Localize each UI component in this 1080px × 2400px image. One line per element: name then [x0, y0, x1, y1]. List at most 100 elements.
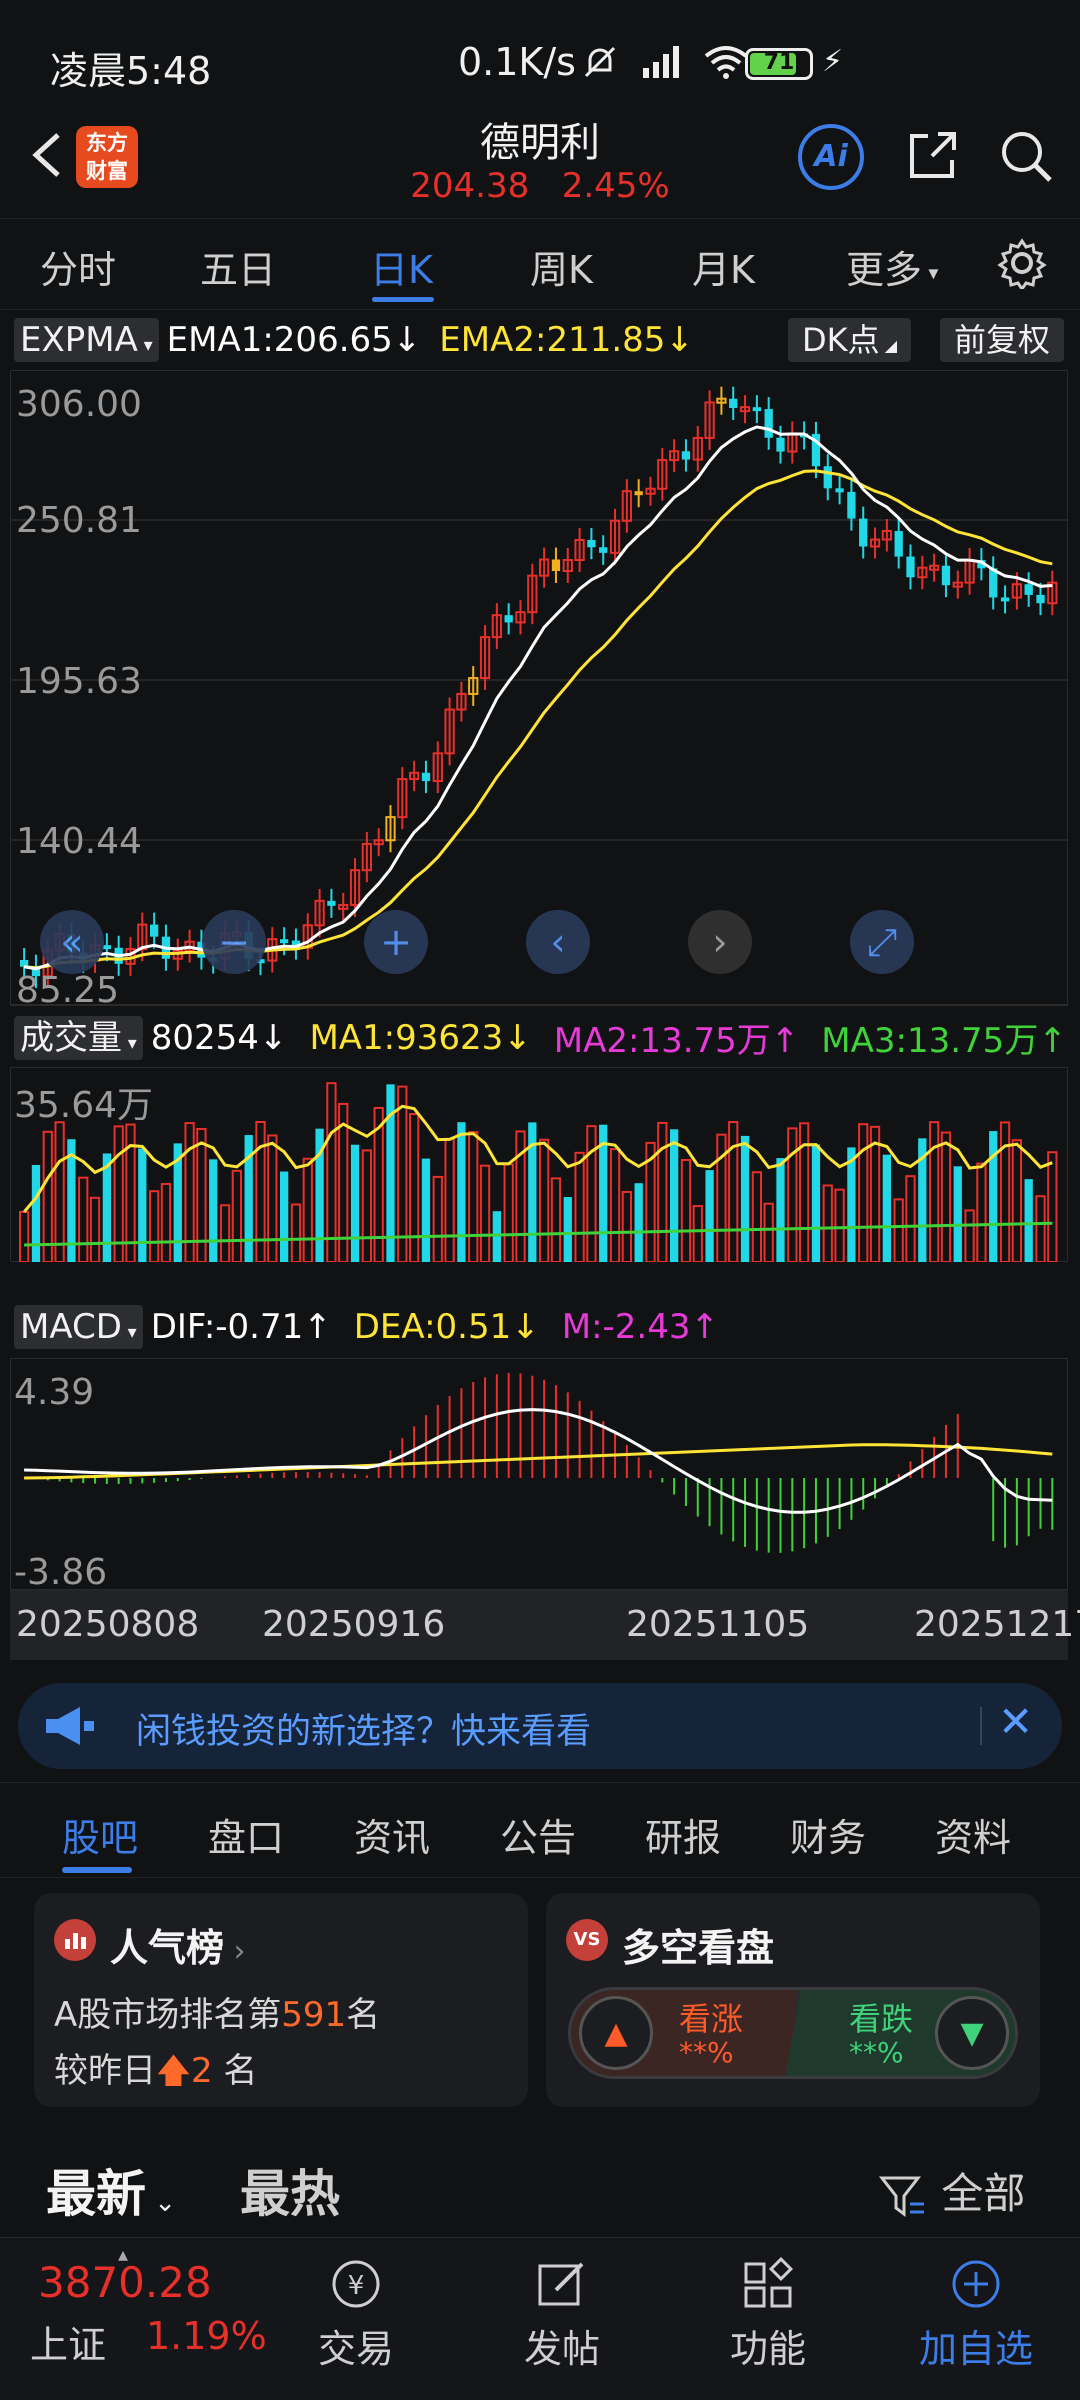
- share-icon: [910, 132, 956, 178]
- charging-icon: ⚡: [822, 44, 844, 79]
- tab-announcements[interactable]: 公告: [500, 1807, 576, 1862]
- tab-pankou[interactable]: 盘口: [208, 1807, 284, 1862]
- active-tab-indicator: [372, 297, 434, 302]
- content-tabs: 股吧 盘口 资讯 公告 研报 财务 资料: [0, 1782, 1080, 1878]
- kline-chart-area[interactable]: EXPMA ▾ EMA1:206.65↓ EMA2:211.85↓ DK点 ◢ …: [0, 315, 1080, 1670]
- zoom-in-button[interactable]: +: [364, 910, 428, 974]
- date-label-3: 20251105: [626, 1604, 810, 1645]
- chevron-right-icon: ›: [224, 1934, 246, 1969]
- ai-button[interactable]: Ai: [798, 124, 864, 190]
- index-pct: 1.19%: [146, 2314, 267, 2358]
- wifi-icon: [704, 45, 747, 79]
- macd-svg[interactable]: 4.39 -3.86: [10, 1358, 1068, 1590]
- mute-icon: [584, 46, 616, 77]
- macd-dif: DIF:-0.71↑: [150, 1307, 332, 1347]
- kline-indicator-row: EXPMA ▾ EMA1:206.65↓ EMA2:211.85↓: [14, 318, 694, 362]
- volume-svg[interactable]: 35.64万: [10, 1067, 1068, 1262]
- y-label-top: 306.00: [16, 384, 142, 425]
- date-label-4: 20251217: [914, 1604, 1080, 1645]
- sort-hot[interactable]: 最热: [240, 2154, 340, 2226]
- ema1-value: EMA1:206.65↓: [166, 320, 422, 360]
- ema1-line: [23, 425, 1053, 971]
- scroll-left-button[interactable]: ‹: [526, 910, 590, 974]
- chevron-down-icon: ⌄: [146, 2188, 177, 2218]
- corner-triangle-icon: ◢: [879, 336, 898, 355]
- banner-text: 闲钱投资的新选择？快来看看: [136, 1712, 592, 1752]
- bearish-pct: **%: [849, 2036, 904, 2069]
- tab-news[interactable]: 资讯: [354, 1807, 430, 1862]
- tab-more[interactable]: 更多 ▾: [846, 239, 938, 294]
- macd-indicator-select[interactable]: MACD ▾: [14, 1305, 143, 1349]
- chart-icon: [54, 1919, 96, 1961]
- y-label-4: 140.44: [16, 821, 142, 862]
- zoom-out-button[interactable]: −: [202, 910, 266, 974]
- tab-research[interactable]: 研报: [645, 1807, 721, 1862]
- filter-icon: [878, 2176, 924, 2217]
- macd-dea: DEA:0.51↓: [353, 1307, 540, 1347]
- promo-banner[interactable]: 闲钱投资的新选择？快来看看 ✕: [18, 1683, 1062, 1769]
- y-label-2: 250.81: [16, 500, 142, 541]
- vol-ma2: MA2:13.75万↑: [553, 1021, 800, 1061]
- macd-dif-line: [24, 1408, 1053, 1514]
- adjust-select[interactable]: 前复权: [940, 318, 1065, 362]
- index-value[interactable]: 3870.28: [38, 2258, 212, 2307]
- edit-icon: [482, 2256, 642, 2318]
- bullish-button[interactable]: ▲: [579, 1996, 653, 2070]
- nav-trade[interactable]: ¥ 交易: [276, 2256, 436, 2373]
- tab-guba[interactable]: 股吧: [62, 1807, 138, 1862]
- arrow-down-icon: ↓: [392, 320, 422, 360]
- popularity-title: 人气榜 ›: [110, 1926, 246, 1970]
- popularity-rank: A股市场排名第591名: [54, 1995, 381, 2035]
- signal-icon: [642, 45, 679, 78]
- caret-down-icon: ▾: [922, 260, 939, 285]
- nav-features[interactable]: 功能: [688, 2256, 848, 2373]
- tab-daily-k[interactable]: 日K: [370, 239, 433, 294]
- sort-latest[interactable]: 最新 ⌄: [46, 2154, 176, 2226]
- bullish-pct: **%: [679, 2036, 734, 2069]
- nav-add-watchlist[interactable]: 加自选: [896, 2256, 1056, 2373]
- plus-circle-icon: [896, 2256, 1056, 2318]
- indicator-select[interactable]: EXPMA ▾: [14, 318, 159, 362]
- dk-point-button[interactable]: DK点 ◢: [788, 318, 912, 362]
- scroll-far-left-button[interactable]: «: [40, 910, 104, 974]
- sentiment-voting-bar: ▲ 看涨 **% 看跌 **% ▼: [568, 1987, 1018, 2079]
- filter-button[interactable]: 全部: [878, 2160, 1025, 2222]
- sentiment-card: VS 多空看盘 ▲ 看涨 **% 看跌 **% ▼: [546, 1893, 1040, 2107]
- search-button[interactable]: [996, 126, 1056, 186]
- status-icons: [580, 40, 750, 82]
- index-name: 上证: [30, 2323, 107, 2367]
- date-axis: 20250808 20250916 20251105 20251217: [10, 1590, 1080, 1660]
- status-time: 凌晨5:48: [50, 49, 212, 93]
- volume-indicator-row: 成交量 ▾ 80254↓ MA1:93623↓ MA2:13.75万↑ MA3:…: [14, 1013, 1067, 1062]
- volume-indicator-select[interactable]: 成交量 ▾: [14, 1015, 143, 1060]
- tab-intraday[interactable]: 分时: [40, 239, 116, 294]
- bearish-label: 看跌: [849, 2000, 914, 2038]
- settings-button[interactable]: [996, 237, 1048, 292]
- active-subtab-indicator: [62, 1867, 132, 1873]
- popularity-card[interactable]: 人气榜 › A股市场排名第591名 较昨日🡅2 名: [34, 1893, 528, 2107]
- macd-indicator-row: MACD ▾ DIF:-0.71↑ DEA:0.51↓ M:-2.43↑: [14, 1305, 719, 1349]
- network-speed: 0.1K/s: [458, 40, 576, 84]
- bearish-button[interactable]: ▼: [935, 1996, 1009, 2070]
- tab-profile[interactable]: 资料: [935, 1807, 1011, 1862]
- arrow-up-icon: 🡅: [156, 2051, 191, 2091]
- bullish-label: 看涨: [679, 2000, 744, 2038]
- share-button[interactable]: [902, 126, 962, 186]
- macd-m: M:-2.43↑: [561, 1307, 719, 1347]
- close-icon[interactable]: ✕: [998, 1697, 1033, 1746]
- volume-y-top: 35.64万: [14, 1085, 153, 1126]
- tab-finance[interactable]: 财务: [790, 1807, 866, 1862]
- tab-weekly-k[interactable]: 周K: [530, 239, 593, 294]
- nav-post[interactable]: 发帖: [482, 2256, 642, 2373]
- y-label-3: 195.63: [16, 661, 142, 702]
- battery-icon: 71: [745, 48, 813, 80]
- date-label-2: 20250916: [262, 1604, 446, 1645]
- feed-header: 最新 ⌄ 最热 全部: [0, 2130, 1080, 2230]
- fullscreen-button[interactable]: ⤢: [850, 910, 914, 974]
- caret-down-icon: ▾: [137, 335, 153, 356]
- vs-icon: VS: [566, 1919, 608, 1961]
- scroll-right-button[interactable]: ›: [688, 910, 752, 974]
- tab-five-day[interactable]: 五日: [200, 239, 276, 294]
- tab-monthly-k[interactable]: 月K: [692, 239, 755, 294]
- ema2-value: EMA2:211.85↓: [439, 320, 694, 360]
